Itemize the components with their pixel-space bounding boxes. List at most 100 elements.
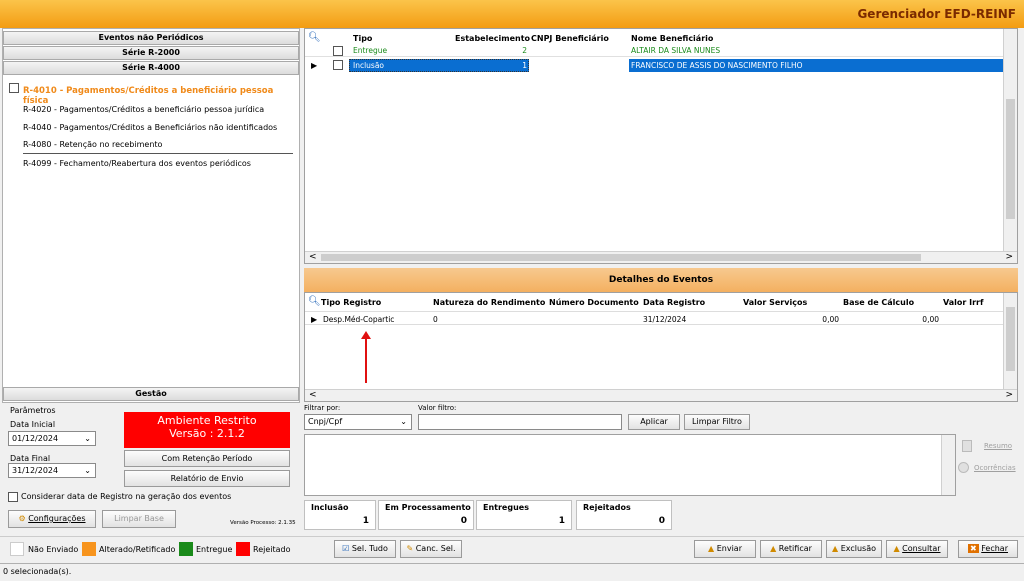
section-gestao[interactable]: Gestão — [3, 387, 299, 401]
data-inicial-label: Data Inicial — [10, 420, 56, 429]
detail-row[interactable]: ▶ Desp.Méd-Copartic 0 31/12/2024 0,00 0,… — [305, 311, 1005, 325]
col-valor-servicos[interactable]: Valor Serviços — [743, 298, 807, 307]
counter-value: 1 — [362, 516, 369, 526]
ambiente-badge: Ambiente Restrito Versão : 2.1.2 — [124, 412, 290, 448]
counter-label: Inclusão — [311, 503, 349, 512]
filtrar-label: Filtrar por: — [304, 404, 341, 412]
ambiente-text: Ambiente Restrito — [157, 414, 257, 427]
resumo-button[interactable]: Resumo — [960, 438, 1020, 454]
events-grid: 🔍︎ Tipo Estabelecimento CNPJ Beneficiári… — [304, 28, 1018, 264]
retificar-label: Retificar — [778, 544, 812, 553]
details-header: Detalhes do Eventos — [304, 268, 1018, 292]
counter-inclusao: Inclusão 1 — [304, 500, 376, 530]
events-tree-panel: Eventos não Periódicos Série R-2000 Séri… — [2, 28, 300, 403]
legend-nao-enviado: Não Enviado — [28, 545, 79, 554]
legend-rejeitado: Rejeitado — [253, 545, 291, 554]
table-row[interactable]: Entregue 2 ALTAIR DA SILVA NUNES — [305, 45, 1005, 57]
sel-tudo-button[interactable]: ☑ Sel. Tudo — [334, 540, 396, 558]
scroll-left-icon[interactable]: < — [309, 252, 317, 262]
message-area[interactable] — [304, 434, 956, 496]
relatorio-envio-button[interactable]: Relatório de Envio — [124, 470, 290, 487]
canc-sel-button[interactable]: ✎ Canc. Sel. — [400, 540, 462, 558]
tree-checkbox[interactable] — [9, 83, 19, 93]
valor-filtro-input[interactable] — [418, 414, 622, 430]
section-serie-r2000[interactable]: Série R-2000 — [3, 46, 299, 60]
app-title: Gerenciador EFD-REINF — [857, 7, 1016, 21]
legend-alterado: Alterado/Retificado — [99, 545, 176, 554]
configuracoes-button[interactable]: ⚙ Configurações — [8, 510, 96, 528]
com-retencao-button[interactable]: Com Retenção Período — [124, 450, 290, 467]
exclusao-label: Exclusão — [840, 544, 876, 553]
col-base-calculo[interactable]: Base de Cálculo — [843, 298, 914, 307]
chevron-down-icon[interactable]: ⌄ — [400, 415, 407, 429]
cell-nome: ALTAIR DA SILVA NUNES — [631, 46, 721, 55]
details-title: Detalhes do Eventos — [608, 275, 714, 285]
data-final-field[interactable]: 31/12/2024 ⌄ — [8, 463, 96, 478]
col-cnpj[interactable]: CNPJ Beneficiário — [531, 34, 609, 43]
message-scrollbar[interactable] — [941, 435, 955, 495]
enviar-button[interactable]: ▲ Enviar — [694, 540, 756, 558]
arrow-head-icon — [361, 331, 371, 339]
filtrar-select[interactable]: Cnpj/Cpf ⌄ — [304, 414, 412, 430]
data-inicial-field[interactable]: 01/12/2024 ⌄ — [8, 431, 96, 446]
status-bar: 0 selecionada(s). — [0, 563, 1024, 581]
scroll-left-icon[interactable]: < — [309, 390, 317, 400]
search-icon[interactable]: 🔍︎ — [308, 32, 321, 43]
chevron-down-icon[interactable]: ⌄ — [84, 464, 91, 477]
col-tipo[interactable]: Tipo — [353, 34, 372, 43]
retificar-button[interactable]: ▲ Retificar — [760, 540, 822, 558]
params-title: Parâmetros — [10, 406, 56, 415]
col-nome[interactable]: Nome Beneficiário — [631, 34, 713, 43]
event-r4020[interactable]: R-4020 - Pagamentos/Créditos a beneficiá… — [23, 105, 264, 114]
ocorrencias-button[interactable]: Ocorrências — [956, 460, 1022, 476]
event-r4010[interactable]: R-4010 - Pagamentos/Créditos a beneficiá… — [23, 86, 299, 106]
row-pointer-icon: ▶ — [311, 61, 318, 70]
delete-icon: ▲ — [831, 544, 839, 553]
grid-vertical-scrollbar[interactable] — [1003, 29, 1017, 251]
col-data-registro[interactable]: Data Registro — [643, 298, 705, 307]
exclusao-button[interactable]: ▲ Exclusão — [826, 540, 882, 558]
fechar-label: Fechar — [981, 544, 1008, 553]
scroll-right-icon[interactable]: > — [1005, 252, 1013, 262]
section-serie-r4000[interactable]: Série R-4000 — [3, 61, 299, 75]
search-icon[interactable]: 🔍︎ — [308, 296, 321, 307]
info-icon — [958, 462, 969, 473]
counter-label: Rejeitados — [583, 503, 631, 512]
grid-horizontal-scrollbar[interactable]: < > — [305, 251, 1017, 263]
counter-em-processamento: Em Processamento 0 — [378, 500, 474, 530]
legend-entregue: Entregue — [196, 545, 233, 554]
legend-swatch-nao-enviado — [10, 542, 24, 556]
event-r4080[interactable]: R-4080 - Retenção no recebimento — [23, 140, 162, 149]
parameters-panel: Parâmetros Data Inicial 01/12/2024 ⌄ Dat… — [4, 404, 300, 534]
col-numero-documento[interactable]: Número Documento — [549, 298, 639, 307]
aplicar-button[interactable]: Aplicar — [628, 414, 680, 430]
consultar-button[interactable]: ▲ Consultar — [886, 540, 948, 558]
row-checkbox[interactable] — [333, 46, 343, 56]
col-estabelecimento[interactable]: Estabelecimento — [455, 34, 530, 43]
limpar-filtro-button[interactable]: Limpar Filtro — [684, 414, 750, 430]
edit-icon: ▲ — [770, 544, 777, 553]
limpar-base-button[interactable]: Limpar Base — [102, 510, 176, 528]
cell-valor: 0,00 — [822, 315, 839, 324]
event-r4040[interactable]: R-4040 - Pagamentos/Créditos a Beneficiá… — [23, 123, 277, 132]
row-checkbox[interactable] — [333, 60, 343, 70]
data-final-label: Data Final — [10, 454, 51, 463]
registro-checkbox[interactable] — [8, 492, 18, 502]
details-horizontal-scrollbar[interactable]: < > — [305, 389, 1017, 401]
col-valor-irrf[interactable]: Valor Irrf — [943, 298, 983, 307]
event-r4099[interactable]: R-4099 - Fechamento/Reabertura dos event… — [23, 159, 251, 168]
title-bar: Gerenciador EFD-REINF — [0, 0, 1024, 28]
row-pointer-icon: ▶ — [311, 315, 318, 324]
col-tipo-registro[interactable]: Tipo Registro — [321, 298, 381, 307]
details-vertical-scrollbar[interactable] — [1003, 293, 1017, 389]
section-eventos-nao-periodicos[interactable]: Eventos não Periódicos — [3, 31, 299, 45]
counter-entregues: Entregues 1 — [476, 500, 572, 530]
send-icon: ▲ — [708, 544, 715, 553]
scroll-right-icon[interactable]: > — [1005, 390, 1013, 400]
chevron-down-icon[interactable]: ⌄ — [84, 432, 91, 445]
fechar-button[interactable]: ✖ Fechar — [958, 540, 1018, 558]
cell-base: 0,00 — [922, 315, 939, 324]
filtrar-value: Cnpj/Cpf — [308, 417, 343, 426]
table-row-selected[interactable]: ▶ Inclusão 1 FRANCISCO DE ASSIS DO NASCI… — [305, 59, 1005, 72]
col-natureza[interactable]: Natureza do Rendimento — [433, 298, 545, 307]
